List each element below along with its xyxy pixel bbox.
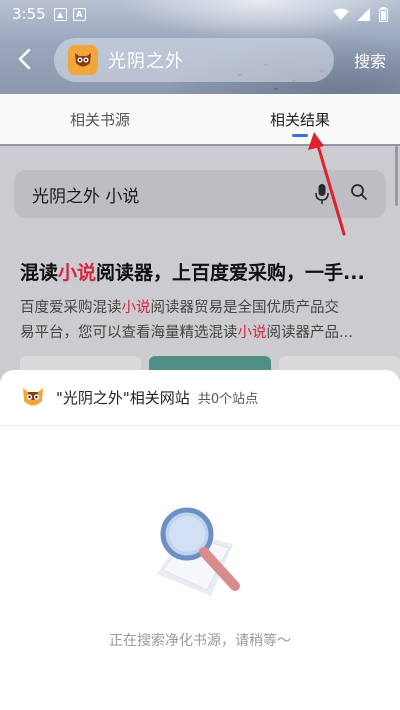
battery-icon <box>379 6 388 22</box>
result-title-part: 混读 <box>20 262 59 284</box>
search-query: 光阴之外 小说 <box>32 186 140 207</box>
sheet-header: "光阴之外"相关网站 共0个站点 <box>0 370 400 426</box>
result-title[interactable]: 混读小说阅读器，上百度爱采购，一手... <box>20 258 365 285</box>
desc-highlight: 小说 <box>237 325 267 341</box>
app-logo <box>68 45 98 75</box>
signal-icon <box>357 7 370 21</box>
desc-text: 阅读器产品... <box>266 325 353 341</box>
result-description: 百度爱采购混读小说阅读器贸易是全国优质产品交 易平台，您可以查看海量精选混读小说… <box>20 296 382 346</box>
sheet-title: "光阴之外"相关网站 <box>56 389 190 407</box>
tab-label: 相关结果 <box>269 111 330 129</box>
result-desc-line: 易平台，您可以查看海量精选混读小说阅读器产品... <box>20 321 382 346</box>
related-sites-sheet: "光阴之外"相关网站 共0个站点 正在搜索净化书源，请稍等～ <box>0 370 400 710</box>
result-desc-line: 百度爱采购混读小说阅读器贸易是全国优质产品交 <box>20 296 382 321</box>
status-bar: 3:55 ▲ A <box>0 0 400 28</box>
desc-text: 百度爱采购混读 <box>20 300 122 316</box>
owl-logo-icon <box>23 387 43 405</box>
wifi-icon <box>333 8 349 20</box>
desc-highlight: 小说 <box>121 300 151 316</box>
result-title-highlight: 小说 <box>58 262 97 284</box>
a-icon: A <box>72 7 86 21</box>
bird-decoration: ⌄ <box>272 83 280 93</box>
status-time: 3:55 <box>12 5 46 23</box>
tab-related-sources[interactable]: 相关书源 <box>0 94 200 144</box>
book-title: 光阴之外 <box>108 51 184 72</box>
book-title-pill[interactable]: 光阴之外 <box>54 38 334 82</box>
annotation-arrow <box>308 132 346 236</box>
searching-illustration-icon <box>157 507 240 596</box>
search-button[interactable]: 搜索 <box>354 48 386 72</box>
owl-icon <box>75 53 91 67</box>
image-icon: ▲ <box>53 7 67 21</box>
back-button[interactable] <box>14 44 44 74</box>
scrollbar[interactable] <box>395 146 398 206</box>
back-arrow-icon <box>18 48 31 70</box>
desc-text: 阅读器贸易是全国优质产品交 <box>150 300 340 316</box>
tab-label: 相关书源 <box>69 111 130 129</box>
site-count: 共0个站点 <box>197 392 259 407</box>
loading-status: 正在搜索净化书源，请稍等～ <box>109 633 291 649</box>
result-title-part: 阅读器，上百度爱采购，一手... <box>96 262 365 284</box>
desc-text: 易平台，您可以查看海量精选混读 <box>20 325 238 341</box>
